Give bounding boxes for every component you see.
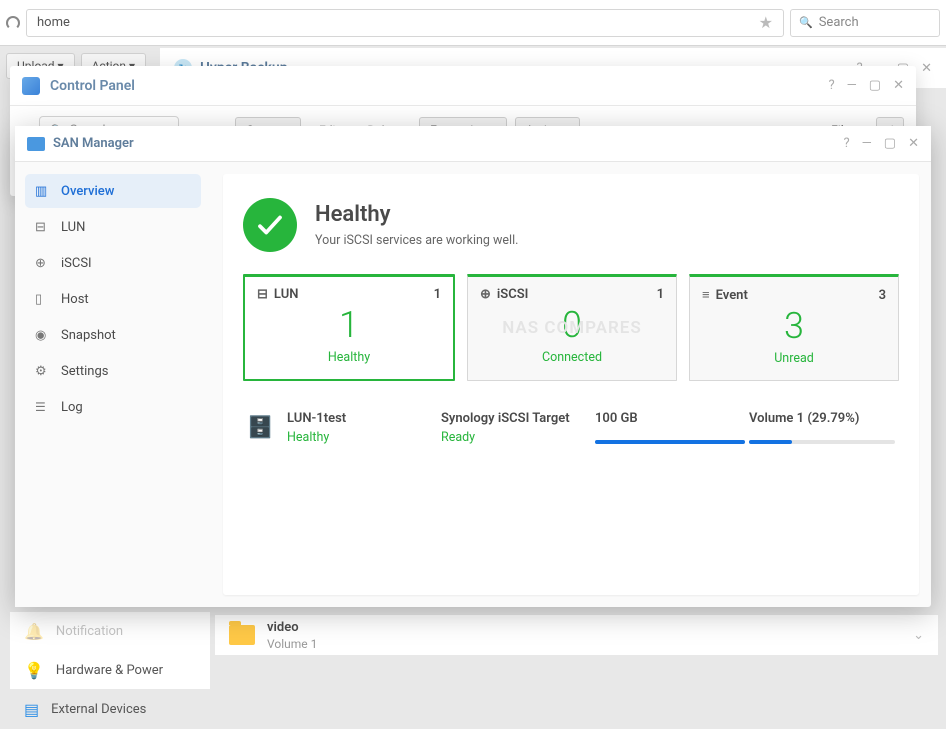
external-devices-icon bbox=[24, 700, 39, 719]
sidebar-item-iscsi[interactable]: iSCSI bbox=[25, 246, 201, 280]
card-event[interactable]: Event 3 3 Unread bbox=[689, 274, 899, 381]
status-subtitle: Your iSCSI services are working well. bbox=[315, 233, 518, 248]
sidebar-item-external-devices[interactable]: External Devices bbox=[10, 690, 210, 729]
target-name: Synology iSCSI Target bbox=[441, 411, 591, 426]
san-manager-header: SAN Manager ? — ▢ ✕ bbox=[15, 126, 931, 162]
card-label: LUN bbox=[274, 287, 299, 302]
log-icon bbox=[35, 400, 51, 414]
folder-icon bbox=[229, 625, 255, 645]
sidebar-item-settings[interactable]: Settings bbox=[25, 354, 201, 388]
card-big-number: 3 bbox=[690, 307, 898, 347]
maximize-icon[interactable]: ▢ bbox=[869, 78, 881, 93]
search-icon bbox=[799, 15, 813, 30]
star-icon[interactable]: ★ bbox=[759, 13, 773, 32]
san-manager-icon bbox=[27, 137, 45, 151]
overview-icon bbox=[35, 184, 51, 199]
san-main-panel: Healthy Your iSCSI services are working … bbox=[211, 162, 931, 607]
control-panel-icon bbox=[22, 77, 40, 95]
control-panel-title: Control Panel bbox=[50, 78, 135, 94]
sidebar-item-label: Host bbox=[61, 292, 89, 307]
folder-sub: Volume 1 bbox=[267, 637, 317, 651]
status-heading: Healthy bbox=[315, 202, 518, 227]
camera-icon bbox=[35, 328, 51, 343]
folder-name: video bbox=[267, 620, 317, 635]
sidebar-item-notification[interactable]: 🔔 Notification bbox=[10, 612, 210, 651]
sidebar-item-lun[interactable]: LUN bbox=[25, 210, 201, 244]
list-icon bbox=[702, 287, 710, 303]
maximize-icon[interactable]: ▢ bbox=[884, 136, 896, 151]
lun-icon bbox=[35, 220, 51, 235]
browser-search[interactable]: Search bbox=[790, 9, 940, 37]
card-lun[interactable]: LUN 1 1 Healthy bbox=[243, 274, 455, 381]
sidebar-item-label: iSCSI bbox=[61, 256, 92, 271]
lun-icon bbox=[257, 287, 268, 302]
card-iscsi[interactable]: NAS COMPARES iSCSI 1 0 Connected bbox=[467, 274, 677, 381]
sidebar-item-snapshot[interactable]: Snapshot bbox=[25, 318, 201, 352]
close-icon[interactable]: ✕ bbox=[908, 136, 919, 151]
target-sub: Ready bbox=[441, 430, 591, 445]
address-text: home bbox=[37, 15, 70, 30]
host-icon bbox=[35, 292, 51, 307]
disk-stack-icon: 🗄️ bbox=[247, 416, 273, 440]
card-label: iSCSI bbox=[497, 287, 528, 302]
sidebar-item-hardware-power[interactable]: 💡 Hardware & Power bbox=[10, 651, 210, 690]
sidebar-item-overview[interactable]: Overview bbox=[25, 174, 201, 208]
address-bar[interactable]: home ★ bbox=[26, 9, 784, 37]
sidebar-item-label: LUN bbox=[61, 220, 85, 235]
sidebar-item-label: Snapshot bbox=[61, 328, 116, 343]
volume-label: Volume 1 (29.79%) bbox=[749, 411, 895, 426]
sidebar-item-label: Log bbox=[61, 400, 83, 415]
sidebar-item-label: Overview bbox=[61, 184, 114, 199]
bulb-icon: 💡 bbox=[24, 661, 44, 680]
volume-bar bbox=[749, 440, 895, 444]
file-row-video[interactable]: video Volume 1 ⌄ bbox=[215, 615, 938, 655]
search-placeholder: Search bbox=[819, 15, 859, 30]
sidebar-item-log[interactable]: Log bbox=[25, 390, 201, 424]
card-sub-label: Healthy bbox=[245, 346, 453, 379]
card-badge: 1 bbox=[434, 287, 441, 302]
san-manager-title: SAN Manager bbox=[53, 136, 134, 151]
card-label: Event bbox=[716, 288, 748, 303]
lun-detail-row[interactable]: 🗄️ LUN-1test Healthy Synology iSCSI Targ… bbox=[243, 399, 899, 457]
control-panel-sidebar-peek: 🔔 Notification 💡 Hardware & Power Extern… bbox=[10, 612, 210, 689]
help-icon[interactable]: ? bbox=[843, 136, 849, 151]
browser-topbar: home ★ Search bbox=[0, 0, 946, 46]
card-badge: 1 bbox=[657, 287, 664, 302]
summary-cards: LUN 1 1 Healthy NAS COMPARES iSCSI 1 bbox=[243, 274, 899, 381]
lun-sub: Healthy bbox=[287, 430, 437, 445]
status-header: Healthy Your iSCSI services are working … bbox=[243, 198, 899, 252]
globe-icon bbox=[480, 287, 491, 302]
card-badge: 3 bbox=[879, 288, 886, 303]
card-sub-label: Unread bbox=[690, 347, 898, 380]
bell-icon: 🔔 bbox=[24, 622, 44, 641]
size-label: 100 GB bbox=[595, 411, 745, 426]
gear-icon bbox=[35, 364, 51, 379]
card-sub-label: Connected bbox=[468, 346, 676, 379]
san-manager-window: SAN Manager ? — ▢ ✕ Overview LUN iSCSI bbox=[15, 126, 931, 607]
control-panel-header: Control Panel ? — ▢ ✕ bbox=[10, 66, 916, 106]
lun-name: LUN-1test bbox=[287, 411, 437, 426]
card-big-number: 1 bbox=[245, 306, 453, 346]
sidebar-item-host[interactable]: Host bbox=[25, 282, 201, 316]
status-healthy-icon bbox=[243, 198, 297, 252]
close-icon[interactable]: ✕ bbox=[921, 61, 932, 76]
globe-icon bbox=[35, 256, 51, 271]
san-sidebar: Overview LUN iSCSI Host Snapshot Setting… bbox=[15, 162, 211, 607]
minimize-icon[interactable]: — bbox=[847, 78, 857, 93]
reload-icon[interactable] bbox=[6, 16, 20, 30]
chevron-down-icon[interactable]: ⌄ bbox=[913, 628, 924, 643]
size-bar bbox=[595, 440, 745, 444]
sidebar-item-label: Settings bbox=[61, 364, 108, 379]
close-icon[interactable]: ✕ bbox=[893, 78, 904, 93]
card-big-number: 0 bbox=[468, 306, 676, 346]
help-icon[interactable]: ? bbox=[828, 78, 834, 93]
minimize-icon[interactable]: — bbox=[862, 136, 872, 151]
